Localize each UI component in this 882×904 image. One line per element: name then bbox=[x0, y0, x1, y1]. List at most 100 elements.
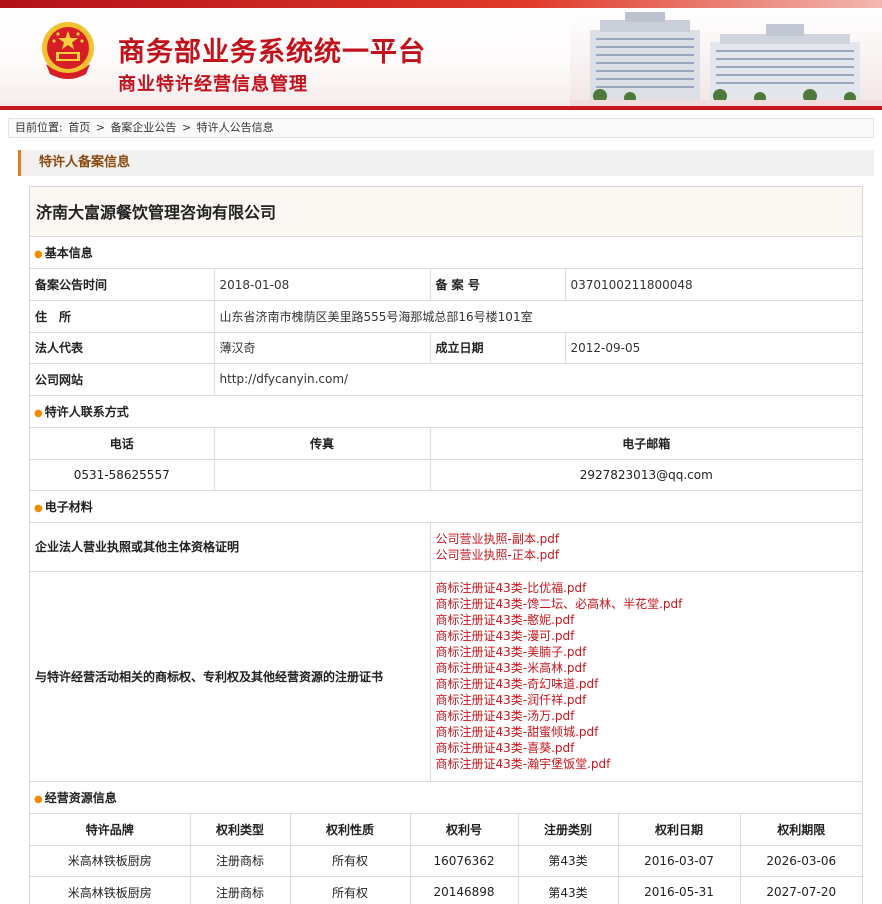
trademark-file-link[interactable]: 商标注册证43类-润仟祥.pdf bbox=[436, 692, 858, 708]
license-file-link[interactable]: 公司营业执照-正本.pdf bbox=[436, 547, 858, 563]
breadcrumb-announcements-link[interactable]: 备案企业公告 bbox=[110, 121, 176, 134]
legal-rep-label: 法人代表 bbox=[30, 332, 215, 364]
trademark-file-link[interactable]: 商标注册证43类-汤万.pdf bbox=[436, 708, 858, 724]
trademark-files: 商标注册证43类-比优福.pdf 商标注册证43类-馋二坛、必高林、半花堂.pd… bbox=[430, 571, 862, 782]
email-header: 电子邮箱 bbox=[430, 427, 862, 460]
franchisor-record-card: 济南大富源餐饮管理咨询有限公司 ● 基本信息 备案公告时间 2018-01-08 … bbox=[29, 186, 863, 904]
breadcrumb-current: 特许人公告信息 bbox=[196, 121, 274, 134]
contact-table: 电话 传真 电子邮箱 0531-58625557 2927823013@qq.c… bbox=[30, 427, 862, 492]
website-label: 公司网站 bbox=[30, 363, 215, 396]
bullet-icon: ● bbox=[34, 503, 43, 514]
table-row: 住 所 山东省济南市槐荫区美里路555号海那城总部16号楼101室 bbox=[30, 300, 862, 333]
basic-info-table: 备案公告时间 2018-01-08 备 案 号 0370100211800048… bbox=[30, 269, 862, 396]
phone-header: 电话 bbox=[30, 427, 215, 460]
trademark-file-link[interactable]: 商标注册证43类-瀚宇堡饭堂.pdf bbox=[436, 756, 858, 772]
trademark-file-link[interactable]: 商标注册证43类-漫可.pdf bbox=[436, 628, 858, 644]
trademark-file-link[interactable]: 商标注册证43类-甜蜜倾城.pdf bbox=[436, 724, 858, 740]
cell-right-date: 2016-03-07 bbox=[618, 845, 741, 877]
resources-heading-text: 经营资源信息 bbox=[44, 790, 117, 805]
cell-right-no: 20146898 bbox=[410, 876, 519, 904]
table-row: 与特许经营活动相关的商标权、专利权及其他经营资源的注册证书 商标注册证43类-比… bbox=[30, 571, 862, 782]
address-label: 住 所 bbox=[30, 300, 215, 333]
basic-info-heading-text: 基本信息 bbox=[44, 246, 93, 260]
col-header-right-nature: 权利性质 bbox=[290, 813, 411, 846]
trademark-file-link[interactable]: 商标注册证43类-美腩子.pdf bbox=[436, 644, 858, 660]
cell-reg-class: 第43类 bbox=[518, 876, 619, 904]
header-top-stripe bbox=[0, 0, 882, 8]
trademark-file-link[interactable]: 商标注册证43类-憨妮.pdf bbox=[436, 612, 858, 628]
cell-right-term: 2026-03-06 bbox=[740, 845, 862, 877]
cell-brand: 米高林铁板厨房 bbox=[30, 845, 191, 877]
basic-info-heading: ● 基本信息 bbox=[30, 237, 862, 269]
materials-table: 企业法人营业执照或其他主体资格证明 公司营业执照-副本.pdf 公司营业执照-正… bbox=[30, 523, 862, 782]
record-no-value: 0370100211800048 bbox=[565, 269, 862, 301]
trademark-file-link[interactable]: 商标注册证43类-喜葵.pdf bbox=[436, 740, 858, 756]
table-row: 电话 传真 电子邮箱 bbox=[30, 427, 862, 460]
cell-right-type: 注册商标 bbox=[190, 845, 291, 877]
legal-rep-value: 薄汉奇 bbox=[214, 332, 431, 364]
col-header-right-date: 权利日期 bbox=[618, 813, 741, 846]
announce-time-label: 备案公告时间 bbox=[30, 269, 215, 301]
materials-heading: ● 电子材料 bbox=[30, 491, 862, 523]
license-files: 公司营业执照-副本.pdf 公司营业执照-正本.pdf bbox=[430, 523, 862, 572]
header-red-line bbox=[0, 106, 882, 110]
cell-right-nature: 所有权 bbox=[290, 845, 411, 877]
cell-brand: 米高林铁板厨房 bbox=[30, 876, 191, 904]
email-value: 2927823013@qq.com bbox=[430, 459, 862, 491]
cell-right-no: 16076362 bbox=[410, 845, 519, 877]
contact-heading-text: 特许人联系方式 bbox=[44, 404, 129, 419]
trademark-file-link[interactable]: 商标注册证43类-米高林.pdf bbox=[436, 660, 858, 676]
founded-value: 2012-09-05 bbox=[565, 332, 862, 364]
breadcrumb: 目前位置: 首页 > 备案企业公告 > 特许人公告信息 bbox=[8, 118, 874, 138]
bullet-icon: ● bbox=[34, 793, 43, 805]
bullet-icon: ● bbox=[34, 249, 43, 260]
license-label: 企业法人营业执照或其他主体资格证明 bbox=[30, 523, 431, 572]
table-row: 企业法人营业执照或其他主体资格证明 公司营业执照-副本.pdf 公司营业执照-正… bbox=[30, 523, 862, 572]
table-row: 备案公告时间 2018-01-08 备 案 号 0370100211800048 bbox=[30, 269, 862, 301]
breadcrumb-prefix: 目前位置: bbox=[15, 121, 63, 134]
table-row: 法人代表 薄汉奇 成立日期 2012-09-05 bbox=[30, 332, 862, 364]
announce-time-value: 2018-01-08 bbox=[214, 269, 431, 301]
trademark-label: 与特许经营活动相关的商标权、专利权及其他经营资源的注册证书 bbox=[30, 571, 431, 782]
website-value: http://dfycanyin.com/ bbox=[214, 363, 862, 396]
trademark-file-link[interactable]: 商标注册证43类-奇幻味道.pdf bbox=[436, 676, 858, 692]
platform-title: 商务部业务系统统一平台 bbox=[118, 37, 426, 68]
cell-reg-class: 第43类 bbox=[518, 845, 619, 877]
table-row: 0531-58625557 2927823013@qq.com bbox=[30, 459, 862, 491]
founded-label: 成立日期 bbox=[430, 332, 566, 364]
section-title: 特许人备案信息 bbox=[18, 150, 874, 176]
table-row: 公司网站 http://dfycanyin.com/ bbox=[30, 363, 862, 396]
contact-heading: ● 特许人联系方式 bbox=[30, 395, 862, 428]
resources-table: 特许品牌 权利类型 权利性质 权利号 注册类别 权利日期 权利期限 米高林铁板厨… bbox=[30, 813, 862, 904]
phone-value: 0531-58625557 bbox=[30, 459, 215, 491]
col-header-right-term: 权利期限 bbox=[740, 813, 862, 846]
company-name: 济南大富源餐饮管理咨询有限公司 bbox=[30, 187, 862, 237]
col-header-right-type: 权利类型 bbox=[190, 813, 291, 846]
address-value: 山东省济南市槐荫区美里路555号海那城总部16号楼101室 bbox=[214, 300, 862, 333]
col-header-reg-class: 注册类别 bbox=[518, 813, 619, 846]
table-row: 特许品牌 权利类型 权利性质 权利号 注册类别 权利日期 权利期限 bbox=[30, 813, 862, 846]
license-file-link[interactable]: 公司营业执照-副本.pdf bbox=[436, 531, 858, 547]
trademark-file-link[interactable]: 商标注册证43类-馋二坛、必高林、半花堂.pdf bbox=[436, 596, 858, 612]
cell-right-term: 2027-07-20 bbox=[740, 876, 862, 904]
bullet-icon: ● bbox=[34, 407, 43, 419]
breadcrumb-separator: > bbox=[95, 121, 105, 134]
resources-heading: ● 经营资源信息 bbox=[30, 781, 862, 814]
record-no-label: 备 案 号 bbox=[430, 269, 566, 301]
col-header-brand: 特许品牌 bbox=[30, 813, 191, 846]
national-emblem-icon bbox=[42, 22, 94, 79]
breadcrumb-home-link[interactable]: 首页 bbox=[68, 121, 90, 134]
fax-value bbox=[214, 459, 431, 491]
platform-subtitle: 商业特许经营信息管理 bbox=[118, 74, 308, 95]
cell-right-date: 2016-05-31 bbox=[618, 876, 741, 904]
cell-right-type: 注册商标 bbox=[190, 876, 291, 904]
table-row: 米高林铁板厨房 注册商标 所有权 16076362 第43类 2016-03-0… bbox=[30, 845, 862, 877]
breadcrumb-separator: > bbox=[181, 121, 192, 134]
ministry-building-illustration bbox=[570, 8, 882, 106]
header-banner: 商务部业务系统统一平台 商业特许经营信息管理 bbox=[0, 0, 882, 110]
trademark-file-link[interactable]: 商标注册证43类-比优福.pdf bbox=[436, 580, 858, 596]
cell-right-nature: 所有权 bbox=[290, 876, 411, 904]
col-header-right-no: 权利号 bbox=[410, 813, 519, 846]
fax-header: 传真 bbox=[214, 427, 431, 460]
table-row: 米高林铁板厨房 注册商标 所有权 20146898 第43类 2016-05-3… bbox=[30, 876, 862, 904]
